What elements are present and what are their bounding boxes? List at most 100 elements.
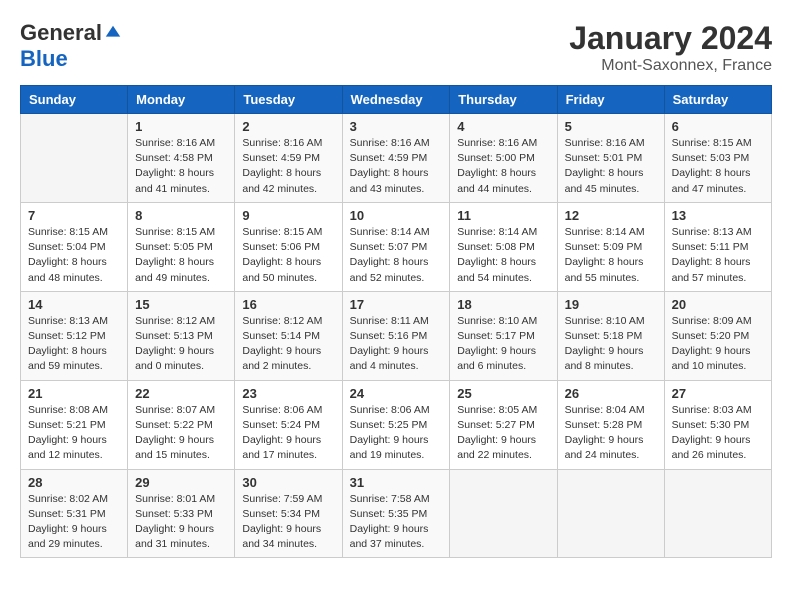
calendar-cell: 8 Sunrise: 8:15 AMSunset: 5:05 PMDaylight…: [128, 202, 235, 291]
day-number: 27: [672, 386, 764, 401]
day-info: Sunrise: 8:08 AMSunset: 5:21 PMDaylight:…: [28, 403, 120, 464]
calendar-cell: 2 Sunrise: 8:16 AMSunset: 4:59 PMDaylight…: [235, 114, 342, 203]
calendar-cell: 24Sunrise: 8:06 AMSunset: 5:25 PMDayligh…: [342, 380, 450, 469]
logo: General Blue: [20, 20, 122, 72]
day-number: 5: [565, 119, 657, 134]
calendar-cell: [21, 114, 128, 203]
calendar-cell: 1 Sunrise: 8:16 AMSunset: 4:58 PMDaylight…: [128, 114, 235, 203]
calendar-cell: 20 Sunrise: 8:09 AMSunset: 5:20 PMDayligh…: [664, 291, 771, 380]
day-number: 11: [457, 208, 549, 223]
calendar-week-row: 7 Sunrise: 8:15 AMSunset: 5:04 PMDaylight…: [21, 202, 772, 291]
day-number: 25: [457, 386, 549, 401]
logo-blue-text: Blue: [20, 46, 68, 72]
day-number: 19: [565, 297, 657, 312]
day-info: Sunrise: 8:16 AMSunset: 4:58 PMDaylight:…: [135, 136, 227, 197]
day-info: Sunrise: 8:02 AMSunset: 5:31 PMDaylight:…: [28, 492, 120, 553]
day-info: Sunrise: 8:15 AMSunset: 5:03 PMDaylight:…: [672, 136, 764, 197]
calendar-cell: 19 Sunrise: 8:10 AMSunset: 5:18 PMDayligh…: [557, 291, 664, 380]
day-number: 31: [350, 475, 443, 490]
calendar-table: SundayMondayTuesdayWednesdayThursdayFrid…: [20, 85, 772, 558]
day-number: 21: [28, 386, 120, 401]
calendar-cell: 22Sunrise: 8:07 AMSunset: 5:22 PMDayligh…: [128, 380, 235, 469]
day-info: Sunrise: 7:59 AMSunset: 5:34 PMDaylight:…: [242, 492, 334, 553]
day-number: 1: [135, 119, 227, 134]
day-info: Sunrise: 8:16 AMSunset: 4:59 PMDaylight:…: [242, 136, 334, 197]
day-info: Sunrise: 8:15 AMSunset: 5:04 PMDaylight:…: [28, 225, 120, 286]
day-info: Sunrise: 8:12 AMSunset: 5:14 PMDaylight:…: [242, 314, 334, 375]
calendar-week-row: 21 Sunrise: 8:08 AMSunset: 5:21 PMDayligh…: [21, 380, 772, 469]
calendar-cell: 28 Sunrise: 8:02 AMSunset: 5:31 PMDayligh…: [21, 469, 128, 558]
day-number: 12: [565, 208, 657, 223]
calendar-cell: 6Sunrise: 8:15 AMSunset: 5:03 PMDaylight…: [664, 114, 771, 203]
calendar-cell: 25 Sunrise: 8:05 AMSunset: 5:27 PMDayligh…: [450, 380, 557, 469]
day-info: Sunrise: 8:04 AMSunset: 5:28 PMDaylight:…: [565, 403, 657, 464]
weekday-header-saturday: Saturday: [664, 86, 771, 114]
calendar-cell: 23 Sunrise: 8:06 AMSunset: 5:24 PMDayligh…: [235, 380, 342, 469]
day-number: 9: [242, 208, 334, 223]
calendar-week-row: 28 Sunrise: 8:02 AMSunset: 5:31 PMDayligh…: [21, 469, 772, 558]
calendar-cell: 26 Sunrise: 8:04 AMSunset: 5:28 PMDayligh…: [557, 380, 664, 469]
logo-general-text: General: [20, 20, 102, 46]
day-info: Sunrise: 8:05 AMSunset: 5:27 PMDaylight:…: [457, 403, 549, 464]
day-info: Sunrise: 7:58 AMSunset: 5:35 PMDaylight:…: [350, 492, 443, 553]
day-info: Sunrise: 8:01 AMSunset: 5:33 PMDaylight:…: [135, 492, 227, 553]
weekday-header-monday: Monday: [128, 86, 235, 114]
calendar-cell: 5Sunrise: 8:16 AMSunset: 5:01 PMDaylight…: [557, 114, 664, 203]
day-number: 2: [242, 119, 334, 134]
day-info: Sunrise: 8:16 AMSunset: 4:59 PMDaylight:…: [350, 136, 443, 197]
day-info: Sunrise: 8:11 AMSunset: 5:16 PMDaylight:…: [350, 314, 443, 375]
weekday-header-wednesday: Wednesday: [342, 86, 450, 114]
day-number: 22: [135, 386, 227, 401]
weekday-header-row: SundayMondayTuesdayWednesdayThursdayFrid…: [21, 86, 772, 114]
day-info: Sunrise: 8:15 AMSunset: 5:05 PMDaylight:…: [135, 225, 227, 286]
calendar-cell: 21 Sunrise: 8:08 AMSunset: 5:21 PMDayligh…: [21, 380, 128, 469]
calendar-cell: 12 Sunrise: 8:14 AMSunset: 5:09 PMDayligh…: [557, 202, 664, 291]
day-number: 8: [135, 208, 227, 223]
day-number: 29: [135, 475, 227, 490]
day-number: 28: [28, 475, 120, 490]
day-number: 3: [350, 119, 443, 134]
calendar-cell: 27 Sunrise: 8:03 AMSunset: 5:30 PMDayligh…: [664, 380, 771, 469]
day-info: Sunrise: 8:15 AMSunset: 5:06 PMDaylight:…: [242, 225, 334, 286]
weekday-header-friday: Friday: [557, 86, 664, 114]
weekday-header-thursday: Thursday: [450, 86, 557, 114]
title-block: January 2024 Mont-Saxonnex, France: [569, 20, 772, 75]
calendar-cell: 10Sunrise: 8:14 AMSunset: 5:07 PMDayligh…: [342, 202, 450, 291]
calendar-cell: 7 Sunrise: 8:15 AMSunset: 5:04 PMDaylight…: [21, 202, 128, 291]
calendar-cell: [450, 469, 557, 558]
day-number: 23: [242, 386, 334, 401]
day-number: 7: [28, 208, 120, 223]
calendar-cell: 4 Sunrise: 8:16 AMSunset: 5:00 PMDaylight…: [450, 114, 557, 203]
day-number: 18: [457, 297, 549, 312]
day-info: Sunrise: 8:14 AMSunset: 5:09 PMDaylight:…: [565, 225, 657, 286]
calendar-cell: 13Sunrise: 8:13 AMSunset: 5:11 PMDayligh…: [664, 202, 771, 291]
day-number: 24: [350, 386, 443, 401]
weekday-header-sunday: Sunday: [21, 86, 128, 114]
calendar-cell: 15 Sunrise: 8:12 AMSunset: 5:13 PMDayligh…: [128, 291, 235, 380]
day-info: Sunrise: 8:12 AMSunset: 5:13 PMDaylight:…: [135, 314, 227, 375]
day-number: 17: [350, 297, 443, 312]
day-info: Sunrise: 8:16 AMSunset: 5:00 PMDaylight:…: [457, 136, 549, 197]
day-info: Sunrise: 8:06 AMSunset: 5:24 PMDaylight:…: [242, 403, 334, 464]
day-info: Sunrise: 8:10 AMSunset: 5:17 PMDaylight:…: [457, 314, 549, 375]
day-info: Sunrise: 8:14 AMSunset: 5:08 PMDaylight:…: [457, 225, 549, 286]
day-number: 15: [135, 297, 227, 312]
location-title: Mont-Saxonnex, France: [569, 57, 772, 75]
calendar-cell: 18 Sunrise: 8:10 AMSunset: 5:17 PMDayligh…: [450, 291, 557, 380]
day-info: Sunrise: 8:09 AMSunset: 5:20 PMDaylight:…: [672, 314, 764, 375]
day-number: 10: [350, 208, 443, 223]
day-number: 13: [672, 208, 764, 223]
day-number: 4: [457, 119, 549, 134]
day-number: 16: [242, 297, 334, 312]
day-info: Sunrise: 8:10 AMSunset: 5:18 PMDaylight:…: [565, 314, 657, 375]
day-info: Sunrise: 8:03 AMSunset: 5:30 PMDaylight:…: [672, 403, 764, 464]
day-number: 14: [28, 297, 120, 312]
calendar-cell: 30Sunrise: 7:59 AMSunset: 5:34 PMDayligh…: [235, 469, 342, 558]
calendar-cell: [557, 469, 664, 558]
logo-icon: [104, 24, 122, 42]
calendar-cell: 11 Sunrise: 8:14 AMSunset: 5:08 PMDayligh…: [450, 202, 557, 291]
calendar-cell: 29 Sunrise: 8:01 AMSunset: 5:33 PMDayligh…: [128, 469, 235, 558]
day-number: 20: [672, 297, 764, 312]
day-number: 26: [565, 386, 657, 401]
calendar-week-row: 1 Sunrise: 8:16 AMSunset: 4:58 PMDaylight…: [21, 114, 772, 203]
